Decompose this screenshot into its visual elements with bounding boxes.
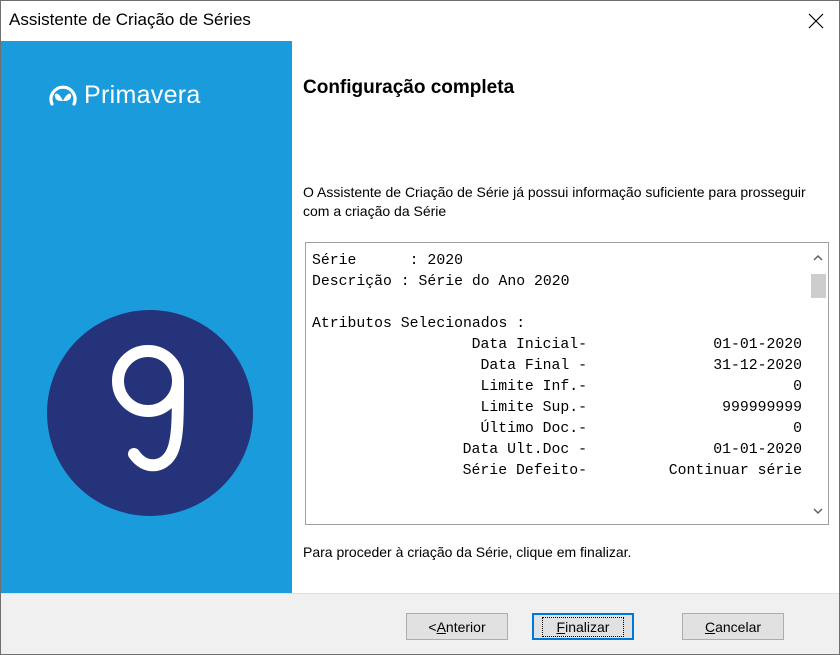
- brand-sidebar: Primavera: [1, 41, 292, 593]
- mnemonic-letter: F: [556, 618, 566, 635]
- summary-atributos-header: Atributos Selecionados :: [312, 316, 526, 332]
- button-prefix: <: [428, 618, 437, 635]
- chevron-down-icon: [813, 507, 823, 514]
- attribute-label: Data Final -: [480, 358, 587, 374]
- scroll-down-button[interactable]: [808, 501, 828, 521]
- vertical-scrollbar[interactable]: [808, 243, 828, 524]
- mnemonic-letter: C: [704, 618, 716, 635]
- summary-blank-line: [312, 293, 802, 314]
- attribute-row: Data Ult.Doc - 01-01-2020: [312, 440, 802, 461]
- previous-button[interactable]: < Anterior: [406, 613, 508, 640]
- chevron-up-icon: [813, 254, 823, 261]
- scroll-up-button[interactable]: [808, 247, 828, 267]
- attribute-row: Data Final - 31-12-2020: [312, 356, 802, 377]
- focus-rect: Finalizar: [541, 616, 625, 637]
- primavera-logo: Primavera: [48, 81, 201, 110]
- brand-name: Primavera: [84, 81, 201, 109]
- window-title: Assistente de Criação de Séries: [9, 10, 251, 29]
- finish-button[interactable]: Finalizar: [532, 613, 634, 640]
- wizard-window: Assistente de Criação de Séries Primaver…: [0, 0, 840, 655]
- attribute-value: 0: [793, 421, 802, 437]
- summary-serie-line: Série : 2020: [312, 253, 463, 269]
- attribute-row: Último Doc.- 0: [312, 419, 802, 440]
- attribute-value: 31-12-2020: [713, 358, 802, 374]
- wizard-content: Configuração completa O Assistente de Cr…: [292, 41, 839, 593]
- mnemonic-letter: A: [436, 618, 446, 635]
- page-title: Configuração completa: [303, 77, 515, 98]
- attribute-label: Limite Inf.-: [480, 379, 587, 395]
- attribute-label: Data Inicial-: [471, 337, 587, 353]
- attribute-label: Último Doc.-: [480, 421, 587, 437]
- summary-text: Série : 2020 Descrição : Série do Ano 20…: [312, 251, 802, 482]
- summary-textbox[interactable]: Série : 2020 Descrição : Série do Ano 20…: [305, 242, 829, 525]
- attribute-value: 01-01-2020: [713, 442, 802, 458]
- attribute-label: Data Ult.Doc -: [462, 442, 587, 458]
- attribute-value: 0: [793, 379, 802, 395]
- button-label: ancelar: [715, 618, 762, 635]
- intro-text: O Assistente de Criação de Série já poss…: [303, 184, 806, 219]
- close-icon: [808, 13, 824, 29]
- button-label: inalizar: [565, 618, 610, 635]
- cancel-button[interactable]: Cancelar: [682, 613, 784, 640]
- attribute-label: Série Defeito-: [462, 463, 587, 479]
- attribute-row: Limite Inf.- 0: [312, 377, 802, 398]
- primavera-9-badge-icon: [47, 310, 253, 516]
- attribute-row: Série Defeito- Continuar série: [312, 461, 802, 482]
- attribute-value: 01-01-2020: [713, 337, 802, 353]
- title-bar: Assistente de Criação de Séries: [1, 1, 839, 41]
- close-button[interactable]: [793, 1, 839, 41]
- butterfly-logo-icon: [49, 85, 77, 106]
- footer-instruction: Para proceder à criação da Série, clique…: [303, 544, 632, 560]
- attribute-value: 999999999: [722, 400, 802, 416]
- summary-descricao-line: Descrição : Série do Ano 2020: [312, 274, 570, 290]
- primavera-badge: [47, 310, 253, 521]
- attribute-label: Limite Sup.-: [480, 400, 587, 416]
- button-bar: < Anterior Finalizar Cancelar: [1, 593, 839, 654]
- attribute-value: Continuar série: [668, 463, 802, 479]
- attribute-row: Data Inicial- 01-01-2020: [312, 335, 802, 356]
- attribute-row: Limite Sup.- 999999999: [312, 398, 802, 419]
- scrollbar-thumb[interactable]: [811, 274, 826, 298]
- button-label: nterior: [445, 618, 486, 635]
